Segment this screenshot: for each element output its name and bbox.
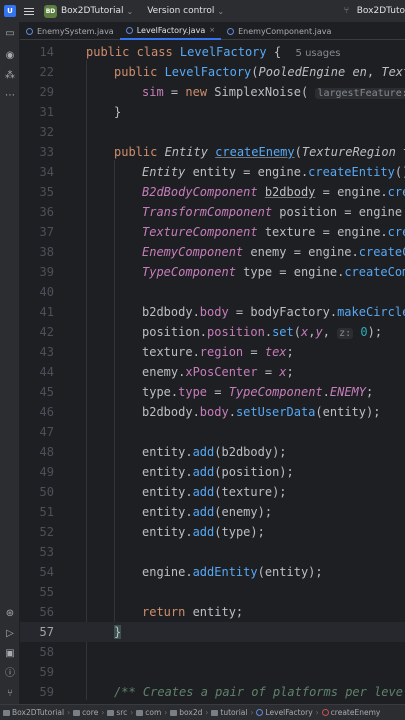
chevron-down-icon[interactable]: ⌄ xyxy=(126,7,133,16)
breadcrumb-item[interactable]: src xyxy=(107,708,127,717)
close-icon[interactable]: × xyxy=(209,26,215,34)
code-line: 22 public LevelFactory(PooledEngine en, T… xyxy=(39,65,405,79)
version-control-dropdown[interactable]: Version control xyxy=(147,6,214,16)
commit-icon[interactable]: ◉ xyxy=(4,50,16,62)
run-config-label[interactable]: Box2DTuto xyxy=(357,6,405,16)
code-line: 32 xyxy=(39,125,54,139)
code-line: 48 entity.add(b2dbody); xyxy=(39,445,287,459)
code-line: 45 type.type = TypeComponent.ENEMY; xyxy=(39,385,374,399)
param-hint: z: xyxy=(337,328,354,339)
project-badge-icon: BD xyxy=(44,4,57,18)
tab-enemycomponent[interactable]: EnemyComponent.java xyxy=(221,22,337,40)
terminal-icon[interactable]: ▣ xyxy=(4,648,16,660)
code-line: 59 xyxy=(39,665,54,679)
breadcrumb-item[interactable]: LevelFactory xyxy=(256,708,313,717)
breadcrumb-item[interactable]: com xyxy=(136,708,161,717)
code-line-current: 57} xyxy=(20,622,405,642)
param-hint: largestFeature: xyxy=(315,88,405,99)
usages-hint: 5 usages xyxy=(295,48,341,59)
code-line: 42 position.position.set(x,y, z: 0); xyxy=(39,325,383,339)
breadcrumb-item[interactable]: createEnemy xyxy=(321,708,380,717)
code-line: 50 entity.add(texture); xyxy=(39,485,287,499)
breadcrumb-item[interactable]: core xyxy=(73,708,98,717)
code-line: 52 entity.add(type); xyxy=(39,525,265,539)
code-line: 37TextureComponent texture = engine.crea xyxy=(39,225,405,239)
hamburger-menu-icon[interactable] xyxy=(24,7,34,15)
code-editor[interactable]: 14 public class LevelFactory { 5 usages 2… xyxy=(20,40,405,704)
code-line: 51 entity.add(enemy); xyxy=(39,505,273,519)
code-line: 40 xyxy=(39,285,54,299)
problems-icon[interactable]: ⓘ xyxy=(4,668,16,680)
tab-levelfactory[interactable]: LevelFactory.java × xyxy=(119,22,222,40)
code-line: 53 xyxy=(39,545,54,559)
code-line: 33 public Entity createEnemy(TextureRegio… xyxy=(39,145,405,159)
code-line: 34Entity entity = engine.createEntity(); xyxy=(39,165,405,179)
code-line: 14 public class LevelFactory { 5 usages xyxy=(39,45,341,59)
more-icon[interactable]: ⋯ xyxy=(4,90,16,102)
code-line: 54 engine.addEntity(entity); xyxy=(39,565,323,579)
breadcrumb-item[interactable]: Box2DTutorial xyxy=(3,708,64,717)
method-icon xyxy=(321,709,329,716)
code-line: 31} xyxy=(39,105,122,119)
code-line: 56 return entity; xyxy=(39,605,244,619)
services-icon[interactable]: ⊛ xyxy=(4,608,16,620)
folder-icon xyxy=(170,709,178,716)
structure-icon[interactable]: ⁂ xyxy=(4,70,16,82)
folder-icon xyxy=(107,709,115,716)
code-line: 59/** Creates a pair of platforms per le… xyxy=(39,685,405,699)
folder-icon xyxy=(136,709,144,716)
git-icon[interactable]: ⑂ xyxy=(4,688,16,700)
class-icon xyxy=(227,27,235,35)
ide-logo-icon[interactable]: U xyxy=(4,5,16,17)
breadcrumb-item[interactable]: tutorial xyxy=(211,708,247,717)
code-line: 58 xyxy=(39,645,54,659)
code-line: 55 xyxy=(39,585,54,599)
code-line: 36TransformComponent position = engine.c xyxy=(39,205,405,219)
folder-icon xyxy=(211,709,219,716)
editor-tabs: EnemySystem.java LevelFactory.java × Ene… xyxy=(20,22,405,40)
code-line: 47 xyxy=(39,425,54,439)
code-line: 41b2dbody.body = bodyFactory.makeCircleP xyxy=(39,305,405,319)
code-line: 49 entity.add(position); xyxy=(39,465,294,479)
tab-enemysystem[interactable]: EnemySystem.java xyxy=(20,22,120,40)
code-line: 43 texture.region = tex; xyxy=(39,345,294,359)
tool-window-strip: ▭ ◉ ⁂ ⋯ ⊛ ▷ ▣ ⓘ ⑂ xyxy=(0,22,20,704)
code-line: 38EnemyComponent enemy = engine.createCo xyxy=(39,245,405,259)
branch-icon: ⑂ xyxy=(343,6,350,16)
code-line: 35B2dBodyComponent b2dbody = engine.crea xyxy=(39,185,405,199)
class-icon xyxy=(125,26,133,34)
class-icon xyxy=(26,27,33,35)
run-icon[interactable]: ▷ xyxy=(4,628,16,640)
code-line: 46 b2dbody.body.setUserData(entity); xyxy=(39,405,381,419)
folder-icon[interactable]: ▭ xyxy=(4,28,16,40)
chevron-down-icon[interactable]: ⌄ xyxy=(217,7,224,16)
breadcrumb: Box2DTutorial › core › src › com › box2d… xyxy=(0,704,405,720)
code-line: 39TypeComponent type = engine.createComp xyxy=(39,265,405,279)
breadcrumb-item[interactable]: box2d xyxy=(170,708,202,717)
code-line: 29 sim = new SimplexNoise( largestFeature… xyxy=(20,82,405,102)
class-icon xyxy=(256,709,264,716)
code-line: 44 enemy.xPosCenter = x; xyxy=(39,365,294,379)
project-name-dropdown[interactable]: Box2DTutorial xyxy=(61,6,123,16)
module-icon xyxy=(3,709,10,716)
folder-icon xyxy=(73,709,81,716)
title-bar: U BD Box2DTutorial ⌄ Version control ⌄ ⑂… xyxy=(0,0,405,22)
